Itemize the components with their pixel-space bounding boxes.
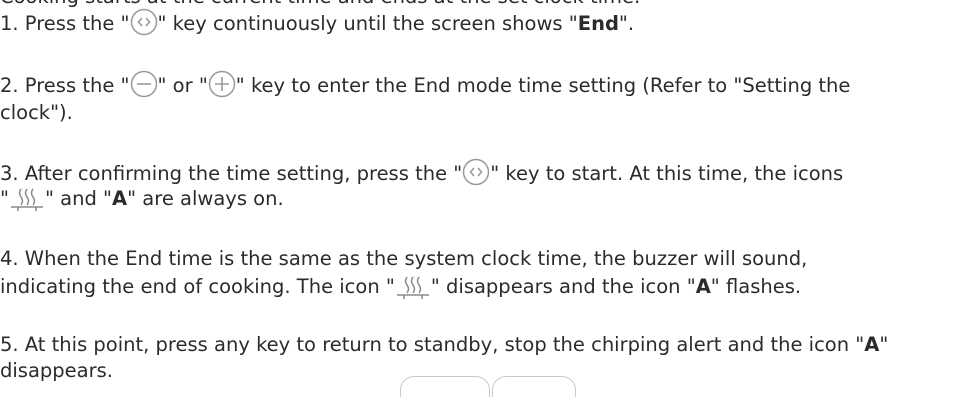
left-right-arrows-circle-icon <box>130 8 157 36</box>
step-5-text: 5. At this point, press any key to retur… <box>0 333 889 356</box>
step-2-text: 2. Press the " " or " " key to enter the E… <box>0 70 850 99</box>
step-1-text: 1. Press the " " key continuously until t… <box>0 8 634 37</box>
step-4-text: 4. When the End time is the same as the … <box>0 247 808 270</box>
heating-waves-icon <box>396 276 429 299</box>
step-3-text-cont: " " and "A" are always on. <box>0 187 284 211</box>
minus-circle-icon <box>130 70 157 98</box>
step-3-text: 3. After confirming the time setting, pr… <box>0 158 843 187</box>
step-5-text-cont: disappears. <box>0 359 113 382</box>
left-right-arrows-circle-icon <box>463 158 490 186</box>
step-2-text-cont: clock"). <box>0 101 73 124</box>
plus-circle-icon <box>208 70 236 98</box>
partial-button-left <box>400 376 490 397</box>
step-4-text-cont: indicating the end of cooking. The icon … <box>0 275 802 299</box>
partial-button-right <box>492 376 576 397</box>
heating-waves-icon <box>10 188 43 211</box>
